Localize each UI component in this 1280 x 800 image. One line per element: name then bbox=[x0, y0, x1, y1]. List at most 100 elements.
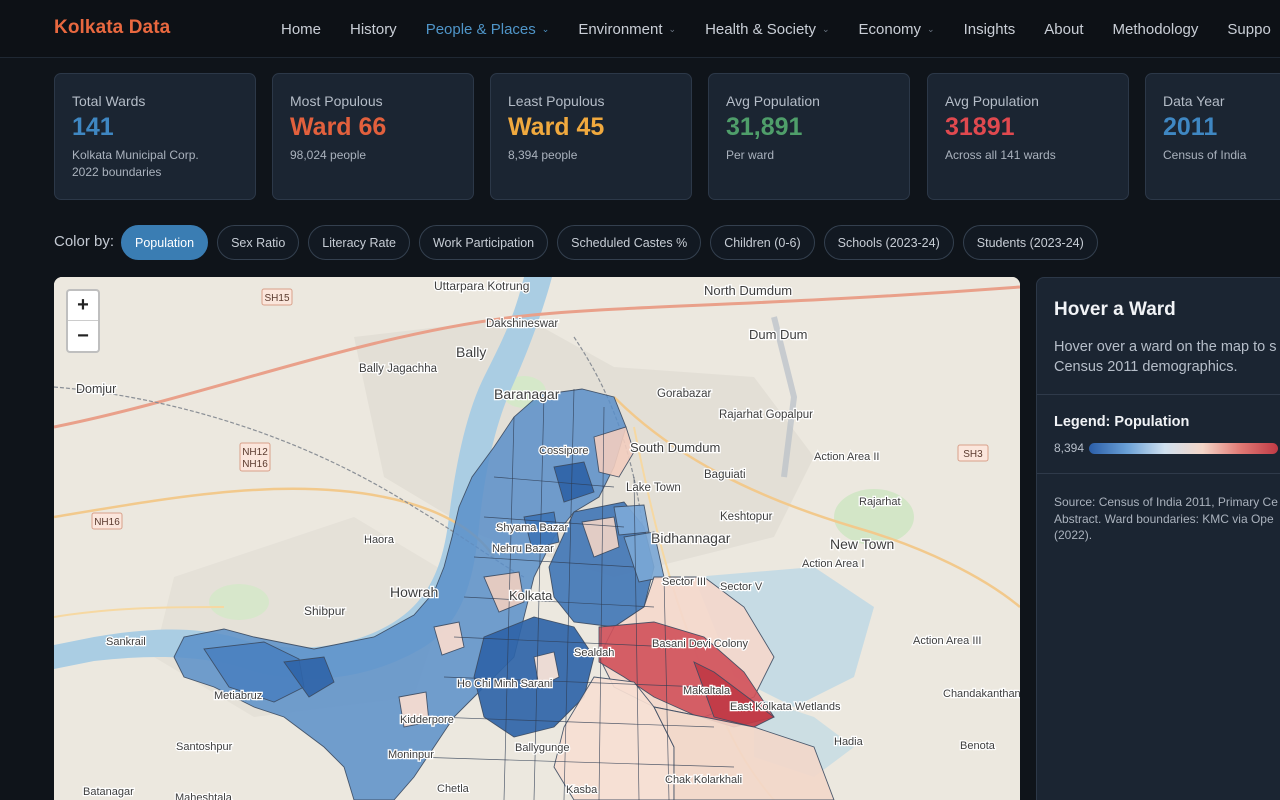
source-line: (2022). bbox=[1054, 528, 1093, 542]
stat-card: Most Populous Ward 66 98,024 people bbox=[272, 73, 474, 200]
place-label: Haora bbox=[364, 534, 395, 546]
place-label: Uttarpara Kotrung bbox=[434, 279, 529, 293]
hint-line: Census 2011 demographics. bbox=[1054, 359, 1238, 375]
place-label: Sector III bbox=[662, 576, 706, 588]
place-label: New Town bbox=[830, 536, 894, 552]
nav-item-label: Home bbox=[281, 20, 322, 38]
color-by-label: Color by: bbox=[54, 233, 115, 250]
road-shield-label: NH16 bbox=[242, 459, 268, 470]
chevron-down-icon: ⌄ bbox=[821, 23, 830, 34]
source-line: Source: Census of India 2011, Primary Ce bbox=[1054, 495, 1278, 509]
nav-item-label: Methodology bbox=[1112, 20, 1199, 38]
place-label: Makaltala bbox=[683, 685, 731, 697]
legend-min-value: 8,394 bbox=[1054, 441, 1085, 455]
nav-item-economy[interactable]: Economy ⌄ bbox=[859, 21, 935, 38]
chip-work-participation[interactable]: Work Participation bbox=[418, 225, 549, 260]
road-shield: NH16 bbox=[91, 512, 123, 530]
place-label: Rajarhat Gopalpur bbox=[719, 409, 813, 421]
zoom-control: + − bbox=[66, 289, 100, 353]
map-canvas[interactable]: Uttarpara Kotrung North Dumdum Dakshineswa… bbox=[54, 277, 1020, 800]
place-label: Chak Kolarkhali bbox=[665, 774, 742, 786]
nav-item-suppo[interactable]: Suppo bbox=[1227, 21, 1270, 38]
place-label: Action Area III bbox=[913, 635, 981, 647]
stat-card-label: Avg Population bbox=[726, 93, 820, 109]
nav-item-health-society[interactable]: Health & Society ⌄ bbox=[705, 21, 829, 38]
place-label: Kidderpore bbox=[400, 714, 454, 726]
nav-item-label: About bbox=[1044, 20, 1084, 38]
road-shield: NH12NH16 bbox=[239, 442, 271, 472]
road-shield-label: SH15 bbox=[264, 293, 289, 304]
chip-sex-ratio[interactable]: Sex Ratio bbox=[217, 225, 300, 260]
chip-population[interactable]: Population bbox=[121, 225, 209, 260]
nav-item-label: People & Places bbox=[425, 20, 536, 38]
place-label: Benota bbox=[960, 740, 996, 752]
stat-card-label: Data Year bbox=[1163, 93, 1225, 109]
divider bbox=[1037, 473, 1280, 474]
place-label: Metiabruz bbox=[214, 690, 262, 702]
place-label: Cossipore bbox=[539, 445, 589, 457]
place-label: Sector V bbox=[720, 581, 763, 593]
place-label: Domjur bbox=[76, 382, 116, 396]
chevron-down-icon: ⌄ bbox=[541, 23, 550, 34]
ward-mid[interactable] bbox=[613, 504, 650, 536]
place-label: South Dumdum bbox=[630, 440, 720, 455]
place-label: Batanagar bbox=[83, 786, 134, 798]
panel-hint: Hover over a ward on the map to s Census… bbox=[1054, 337, 1278, 377]
nav-item-label: Insights bbox=[963, 20, 1016, 38]
place-label: Sankrail bbox=[106, 636, 146, 648]
road-shield-label: NH16 bbox=[94, 517, 120, 528]
place-label: Kolkata bbox=[509, 588, 553, 603]
stat-card-subtext: Per ward bbox=[726, 148, 775, 162]
zoom-out-button[interactable]: − bbox=[68, 321, 98, 351]
place-label: Rajarhat bbox=[859, 496, 901, 508]
nav-item-history[interactable]: History bbox=[350, 21, 397, 38]
zoom-in-button[interactable]: + bbox=[68, 291, 98, 321]
chip-scheduled-castes[interactable]: Scheduled Castes % bbox=[557, 225, 702, 260]
place-label: Shibpur bbox=[304, 604, 345, 618]
place-label: Baguiati bbox=[704, 469, 746, 481]
place-label: Action Area I bbox=[802, 558, 864, 570]
nav-item-label: Suppo bbox=[1227, 20, 1271, 38]
chip-literacy-rate[interactable]: Literacy Rate bbox=[308, 225, 410, 260]
stat-card-subtext: Census of India bbox=[1163, 148, 1247, 162]
nav-item-about[interactable]: About bbox=[1044, 21, 1083, 38]
place-label: Hadia bbox=[834, 736, 864, 748]
color-by-chips: Population Sex Ratio Literacy Rate Work Par… bbox=[121, 225, 1107, 260]
place-label: Kasba bbox=[566, 784, 598, 796]
nav-item-home[interactable]: Home bbox=[281, 21, 321, 38]
stat-card: Total Wards 141 Kolkata Municipal Corp. 20… bbox=[54, 73, 256, 200]
ward-info-panel: Hover a Ward Hover over a ward on the ma… bbox=[1036, 277, 1280, 800]
ward-map[interactable]: Uttarpara Kotrung North Dumdum Dakshineswa… bbox=[54, 277, 1020, 800]
nav-item-insights[interactable]: Insights bbox=[964, 21, 1016, 38]
place-label: Dakshineswar bbox=[486, 318, 558, 330]
chip-students-2023-24[interactable]: Students (2023-24) bbox=[962, 225, 1098, 260]
panel-title: Hover a Ward bbox=[1054, 299, 1176, 320]
stat-card-label: Avg Population bbox=[945, 93, 1039, 109]
stat-card-subtext: Across all 141 wards bbox=[945, 148, 1056, 162]
source-note: Source: Census of India 2011, Primary Ce… bbox=[1054, 494, 1278, 544]
place-label: Gorabazar bbox=[657, 388, 712, 400]
chevron-down-icon: ⌄ bbox=[668, 23, 677, 34]
nav-item-environment[interactable]: Environment ⌄ bbox=[578, 21, 676, 38]
place-label: Dum Dum bbox=[749, 327, 808, 342]
stat-cards: Total Wards 141 Kolkata Municipal Corp. 20… bbox=[54, 73, 1280, 201]
divider bbox=[1037, 394, 1280, 395]
place-label: Bally bbox=[456, 344, 486, 360]
stat-card-value: 141 bbox=[72, 113, 114, 141]
stat-card: Least Populous Ward 45 8,394 people bbox=[490, 73, 692, 200]
stat-card-subtext: 8,394 people bbox=[508, 148, 578, 162]
legend-gradient bbox=[1089, 442, 1278, 454]
nav-item-people-places[interactable]: People & Places ⌄ bbox=[426, 21, 550, 38]
chip-children-0-6[interactable]: Children (0-6) bbox=[710, 225, 815, 260]
road-shield-label: SH3 bbox=[963, 449, 983, 460]
stat-card-label: Least Populous bbox=[508, 93, 605, 109]
stat-card: Avg Population 31,891 Per ward bbox=[708, 73, 910, 200]
stat-card-value: 31,891 bbox=[726, 113, 803, 141]
place-label: Sealdah bbox=[574, 647, 614, 659]
brand-logo[interactable]: Kolkata Data bbox=[54, 17, 170, 39]
place-label: East Kolkata Wetlands bbox=[730, 701, 841, 713]
chip-schools-2023-24[interactable]: Schools (2023-24) bbox=[823, 225, 954, 260]
place-label: Ho Chi Minh Sarani bbox=[457, 678, 552, 690]
stat-card-value: 31891 bbox=[945, 113, 1015, 141]
nav-item-methodology[interactable]: Methodology bbox=[1113, 21, 1199, 38]
